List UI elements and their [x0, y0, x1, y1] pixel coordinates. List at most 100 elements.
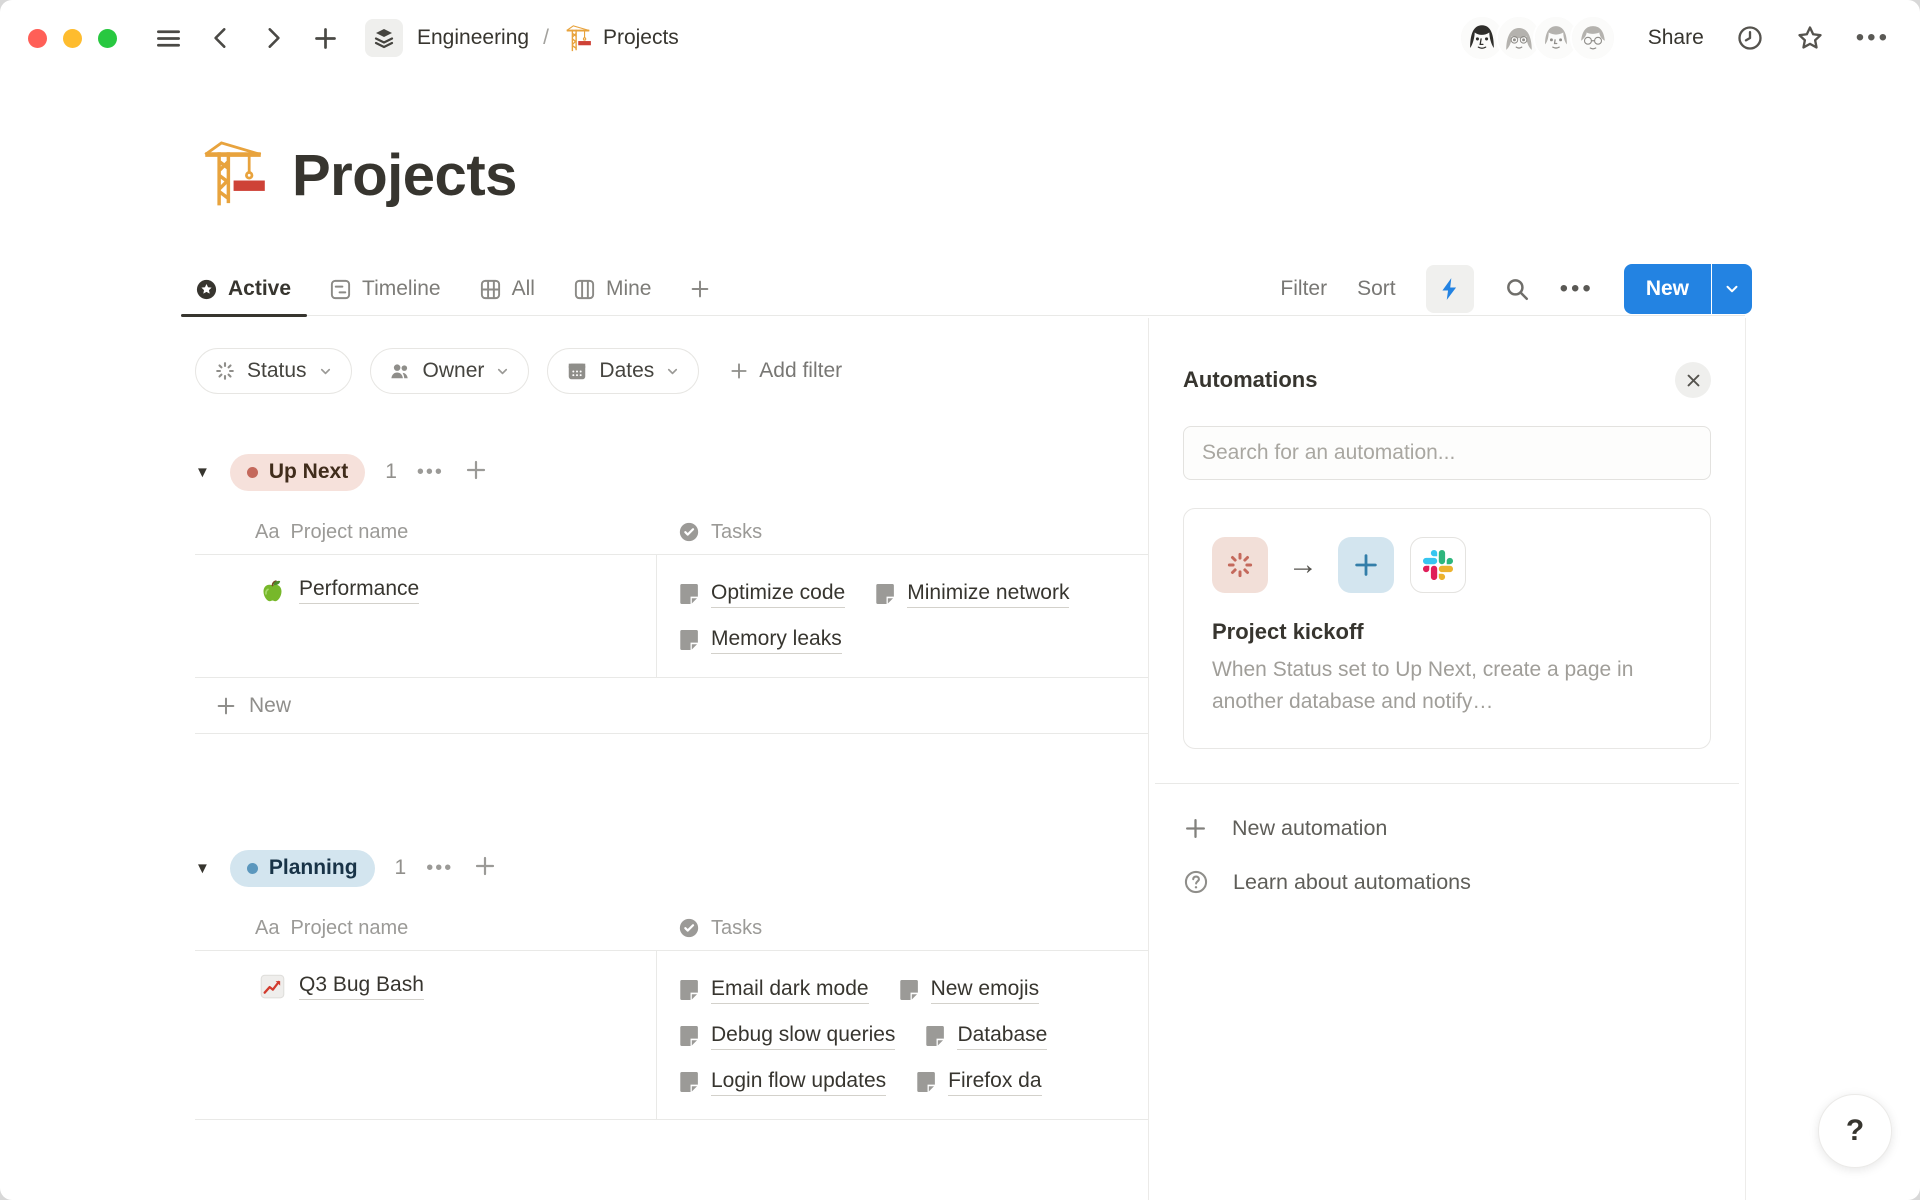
- project-cell[interactable]: Performance: [195, 555, 656, 677]
- tab-all[interactable]: All: [479, 262, 535, 316]
- group-options-icon[interactable]: •••: [417, 461, 444, 484]
- page-icon: [679, 583, 700, 605]
- project-cell[interactable]: Q3 Bug Bash: [195, 951, 656, 1119]
- page-icon: [679, 629, 700, 651]
- search-icon[interactable]: [1504, 276, 1530, 302]
- page-icon: [679, 979, 700, 1001]
- automation-card-description: When Status set to Up Next, create a pag…: [1212, 654, 1682, 718]
- crane-icon-large[interactable]: [196, 136, 270, 215]
- close-icon[interactable]: [1675, 362, 1711, 398]
- chevron-down-icon: [318, 364, 333, 379]
- favorite-star-icon[interactable]: [1796, 24, 1824, 52]
- automation-card[interactable]: → Project kickoff When Status set to Up …: [1183, 508, 1711, 749]
- status-trigger-icon: [1212, 537, 1268, 593]
- column-header-tasks[interactable]: Tasks: [656, 521, 1148, 544]
- check-circle-icon: [678, 917, 700, 939]
- task-link[interactable]: Email dark mode: [679, 977, 869, 1004]
- task-link[interactable]: Firefox da: [916, 1069, 1041, 1096]
- breadcrumb-team[interactable]: Engineering: [417, 26, 529, 50]
- chevron-down-icon: [665, 364, 680, 379]
- group-badge-planning[interactable]: Planning: [230, 850, 375, 887]
- automations-bolt-icon[interactable]: [1426, 265, 1474, 313]
- nav-forward-icon[interactable]: [260, 25, 286, 51]
- collapse-triangle-icon[interactable]: ▼: [195, 464, 210, 481]
- new-row-button[interactable]: New: [195, 678, 1148, 734]
- close-window-button[interactable]: [28, 29, 47, 48]
- column-header-tasks[interactable]: Tasks: [656, 917, 1148, 940]
- minimize-window-button[interactable]: [63, 29, 82, 48]
- help-button[interactable]: ?: [1818, 1094, 1892, 1168]
- group-options-icon[interactable]: •••: [426, 857, 453, 880]
- group-header-planning: ▼ Planning 1 •••: [195, 846, 1148, 890]
- window-topbar: Engineering / Projects: [0, 0, 1920, 76]
- owner-filter-chip[interactable]: Owner: [370, 348, 530, 394]
- updates-clock-icon[interactable]: [1736, 24, 1764, 52]
- column-header-name[interactable]: Aa Project name: [195, 521, 656, 544]
- group-count: 1: [395, 856, 407, 880]
- group-add-icon[interactable]: [473, 854, 497, 883]
- view-tabs: Active Timeline All Mine: [195, 262, 711, 316]
- task-link[interactable]: Database: [925, 1023, 1047, 1050]
- tab-timeline[interactable]: Timeline: [329, 262, 441, 316]
- dates-filter-chip[interactable]: Dates: [547, 348, 699, 394]
- group-count: 1: [385, 460, 397, 484]
- view-toolbar: Filter Sort ••• New: [1280, 264, 1752, 314]
- add-view-icon[interactable]: [689, 262, 711, 316]
- group-badge-up-next[interactable]: Up Next: [230, 454, 365, 491]
- traffic-lights: [28, 29, 117, 48]
- arrow-right-icon: →: [1288, 548, 1318, 582]
- breadcrumb-page[interactable]: Projects: [603, 26, 679, 50]
- task-link[interactable]: Debug slow queries: [679, 1023, 895, 1050]
- status-filter-chip[interactable]: Status: [195, 348, 352, 394]
- learn-about-automations-link[interactable]: Learn about automations: [1183, 869, 1711, 895]
- zoom-window-button[interactable]: [98, 29, 117, 48]
- nav-back-icon[interactable]: [208, 25, 234, 51]
- collapse-triangle-icon[interactable]: ▼: [195, 860, 210, 877]
- plus-icon: [215, 695, 237, 717]
- sidebar-menu-icon[interactable]: [155, 25, 182, 52]
- collaborator-avatars: [1459, 15, 1616, 61]
- task-link[interactable]: New emojis: [899, 977, 1040, 1004]
- group-add-icon[interactable]: [464, 458, 488, 487]
- page-icon: [925, 1025, 946, 1047]
- notion-window: Engineering / Projects: [0, 0, 1920, 1200]
- question-circle-icon: [1183, 869, 1209, 895]
- group-header-up-next: ▼ Up Next 1 •••: [195, 450, 1148, 494]
- project-name-link: Performance: [299, 577, 419, 604]
- avatar[interactable]: [1570, 15, 1616, 61]
- filter-chips: Status Owner Dates Add filter: [195, 348, 1148, 394]
- more-options-icon[interactable]: •••: [1856, 24, 1890, 52]
- task-link[interactable]: Memory leaks: [679, 627, 842, 654]
- share-button[interactable]: Share: [1648, 26, 1704, 50]
- page-icon: [679, 1025, 700, 1047]
- task-link[interactable]: Minimize network: [875, 581, 1069, 608]
- create-page-icon: [1338, 537, 1394, 593]
- tab-mine[interactable]: Mine: [573, 262, 652, 316]
- task-link[interactable]: Optimize code: [679, 581, 845, 608]
- table-header: Aa Project name Tasks: [195, 906, 1148, 951]
- new-button-dropdown[interactable]: [1712, 264, 1752, 314]
- sort-button[interactable]: Sort: [1357, 277, 1396, 301]
- automation-search-input[interactable]: [1183, 426, 1711, 480]
- page-title: Projects: [292, 142, 517, 209]
- task-link[interactable]: Login flow updates: [679, 1069, 886, 1096]
- tasks-cell: Email dark mode New emojis Debug slow qu…: [656, 951, 1148, 1119]
- check-circle-icon: [678, 521, 700, 543]
- page-icon: [875, 583, 896, 605]
- chevron-down-icon: [495, 364, 510, 379]
- teamspace-icon[interactable]: [365, 19, 403, 57]
- add-filter-button[interactable]: Add filter: [729, 359, 842, 383]
- slack-icon: [1410, 537, 1466, 593]
- automations-panel: Automations →: [1148, 318, 1746, 1200]
- new-page-icon[interactable]: [312, 25, 339, 52]
- filter-button[interactable]: Filter: [1280, 277, 1327, 301]
- new-record-button: New: [1624, 264, 1752, 314]
- tab-active[interactable]: Active: [195, 262, 291, 316]
- breadcrumb: Engineering / Projects: [417, 23, 679, 53]
- new-button-label[interactable]: New: [1624, 264, 1711, 314]
- table-row: Performance Optimize code Minimize netwo…: [195, 555, 1148, 678]
- column-header-name[interactable]: Aa Project name: [195, 917, 656, 940]
- view-options-icon[interactable]: •••: [1560, 275, 1594, 303]
- new-automation-button[interactable]: New automation: [1183, 816, 1711, 841]
- project-name-link: Q3 Bug Bash: [299, 973, 424, 1000]
